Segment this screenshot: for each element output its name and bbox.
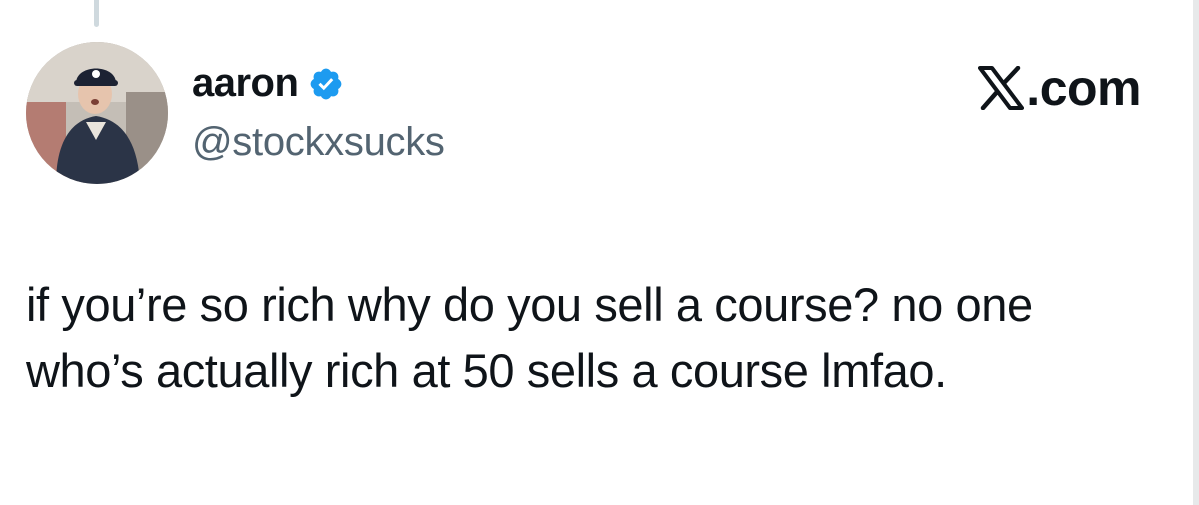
thread-connector-line	[94, 0, 99, 27]
author-name-row: aaron	[192, 58, 344, 108]
right-edge-border	[1193, 0, 1199, 505]
brand-domain-text: .com	[1026, 60, 1141, 116]
x-logo-icon	[978, 65, 1025, 111]
verified-badge-icon	[308, 66, 344, 102]
avatar[interactable]	[26, 42, 168, 184]
author-display-name[interactable]: aaron	[192, 59, 299, 107]
avatar-image	[26, 42, 168, 184]
author-handle[interactable]: @stockxsucks	[192, 118, 445, 166]
brand-watermark: .com	[978, 58, 1141, 118]
tweet-text: if you’re so rich why do you sell a cour…	[26, 278, 1033, 397]
